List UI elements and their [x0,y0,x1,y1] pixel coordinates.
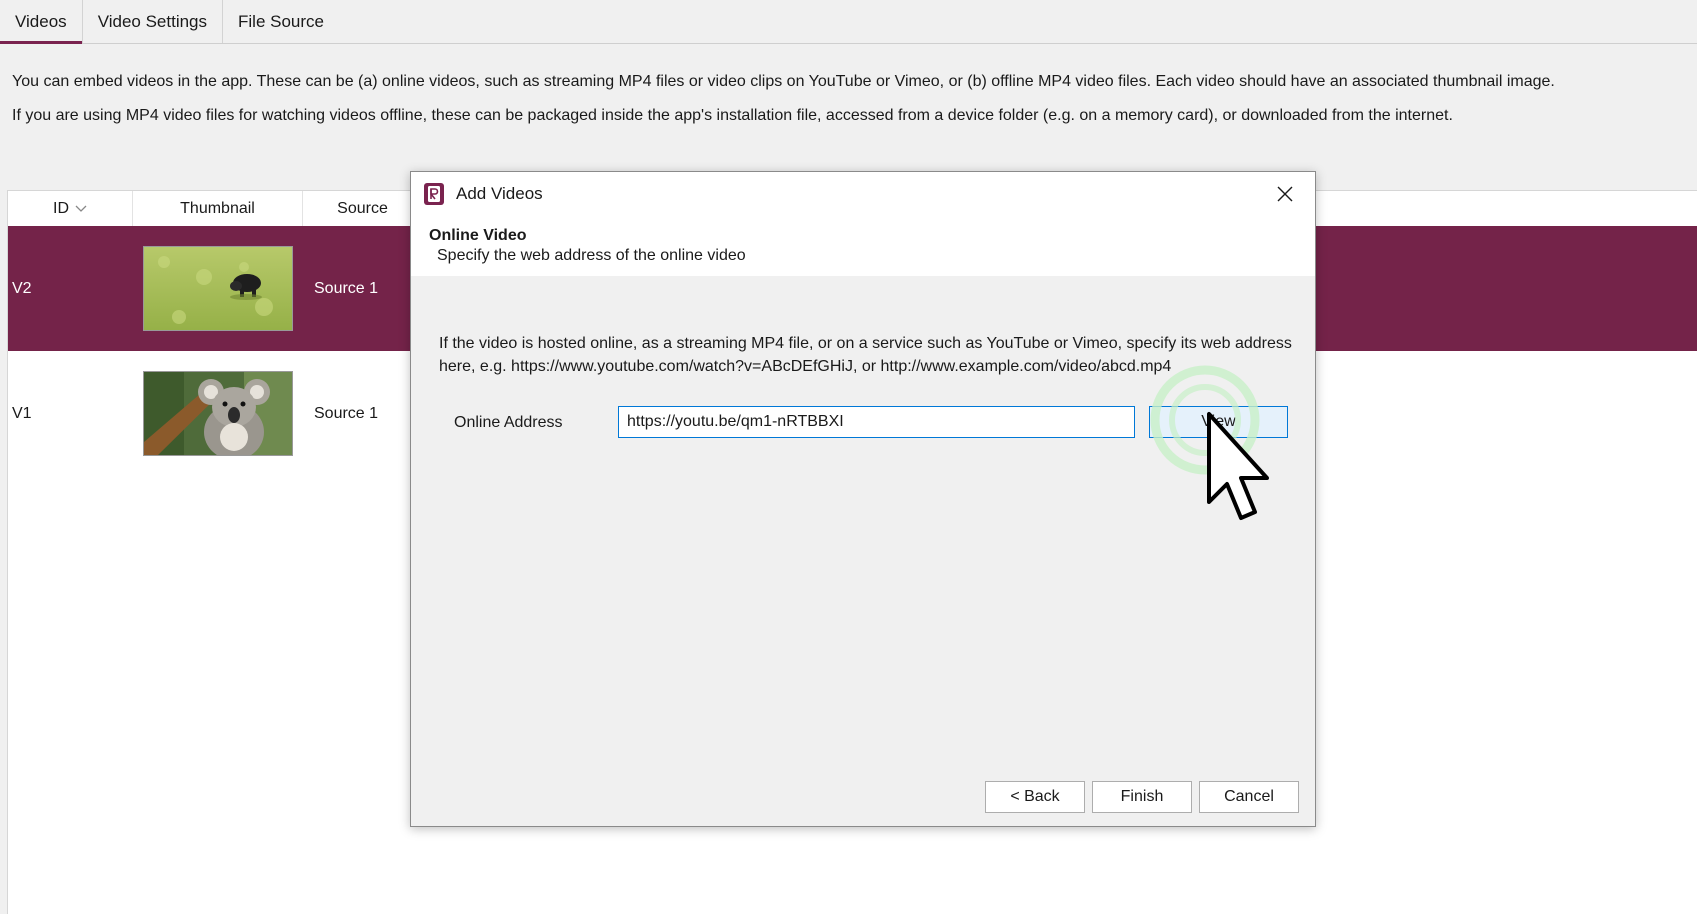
sort-chevron-down-icon [75,205,87,212]
online-address-label: Online Address [454,414,563,431]
column-header-source-label: Source [337,199,388,217]
dialog-header-subtitle: Specify the web address of the online vi… [437,247,746,264]
tab-file-source[interactable]: File Source [223,0,339,43]
finish-button[interactable]: Finish [1092,781,1192,813]
row-source: Source 1 [314,279,379,297]
dialog-description: If the video is hosted online, as a stre… [439,335,1292,375]
column-header-thumbnail[interactable]: Thumbnail [133,191,303,226]
row-thumbnail-cell [133,371,303,456]
thumbnail-koala-image [143,371,293,456]
back-button[interactable]: < Back [985,781,1085,813]
dialog-title: Add Videos [456,184,543,203]
close-icon [1277,186,1293,202]
dialog-title-bar: Add Videos [411,172,1315,216]
row-thumbnail-cell [133,246,303,331]
intro-line-1: You can embed videos in the app. These c… [12,73,1555,90]
thumbnail-grass-animal-image [143,246,293,331]
app-logo-icon [424,183,444,205]
row-id: V2 [12,279,32,297]
add-videos-dialog: Add Videos Online Video Specify the web … [410,171,1316,827]
dialog-header-title: Online Video [429,227,527,244]
column-header-source[interactable]: Source [303,191,423,226]
intro-line-2: If you are using MP4 video files for wat… [12,107,1453,124]
online-address-input[interactable] [618,406,1135,438]
tab-video-settings[interactable]: Video Settings [83,0,224,43]
column-header-thumbnail-label: Thumbnail [180,199,255,217]
row-id: V1 [12,404,32,422]
tab-bar: Videos Video Settings File Source [0,0,1697,44]
column-header-id[interactable]: ID [8,191,133,226]
intro-text: You can embed videos in the app. These c… [12,72,1692,140]
dialog-header: Online Video Specify the web address of … [411,216,1315,266]
cancel-button[interactable]: Cancel [1199,781,1299,813]
view-button[interactable]: View [1149,406,1288,438]
close-button[interactable] [1271,180,1299,208]
row-source: Source 1 [314,404,379,422]
dialog-header-spacer [411,266,1315,276]
tab-videos[interactable]: Videos [0,0,83,44]
column-header-id-label: ID [53,199,69,217]
app-window: Videos Video Settings File Source You ca… [0,0,1697,914]
